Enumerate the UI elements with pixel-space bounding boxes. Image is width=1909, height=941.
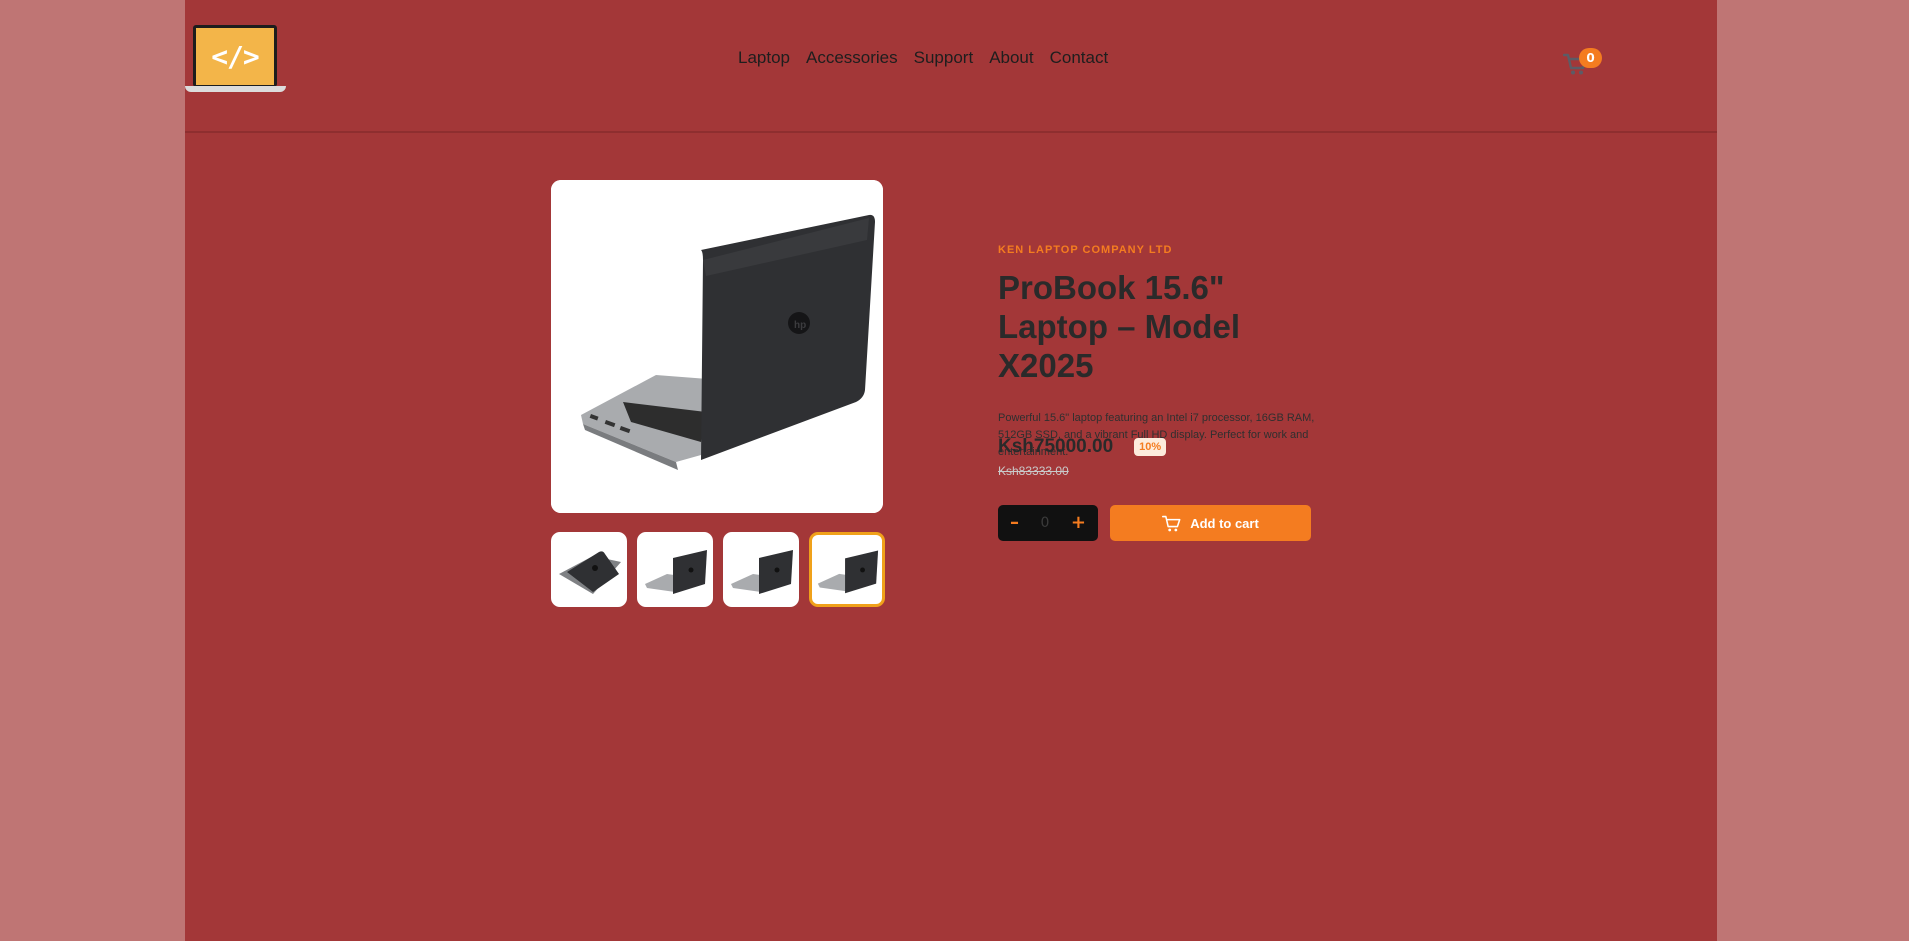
cart-count-badge: 0: [1579, 48, 1602, 68]
quantity-value[interactable]: 0: [1040, 515, 1049, 531]
original-price: Ksh83333.00: [998, 464, 1069, 478]
page: </> Laptop Accessories Support About Con…: [185, 0, 1717, 941]
product-title: ProBook 15.6" Laptop – Model X2025: [998, 269, 1240, 384]
logo-screen: </>: [193, 25, 277, 87]
main-nav: Laptop Accessories Support About Contact: [738, 48, 1108, 68]
nav-link-accessories[interactable]: Accessories: [806, 48, 898, 68]
thumbnail-4-active[interactable]: [809, 532, 885, 607]
nav-link-laptop[interactable]: Laptop: [738, 48, 790, 68]
decrease-quantity-button[interactable]: –: [1010, 514, 1019, 532]
thumbnail-3[interactable]: [723, 532, 799, 607]
add-to-cart-button[interactable]: Add to cart: [1110, 505, 1311, 541]
company-name: KEN LAPTOP COMPANY LTD: [998, 244, 1173, 256]
quantity-stepper: – 0 +: [998, 505, 1098, 541]
increase-quantity-button[interactable]: +: [1071, 514, 1086, 532]
thumbnail-2[interactable]: [637, 532, 713, 607]
thumbnail-1[interactable]: [551, 532, 627, 607]
nav-link-contact[interactable]: Contact: [1050, 48, 1109, 68]
product-main-image: hp: [551, 180, 883, 513]
svg-text:hp: hp: [794, 320, 806, 331]
logo-base: [185, 86, 286, 92]
discount-badge: 10%: [1134, 438, 1167, 456]
site-header: </> Laptop Accessories Support About Con…: [185, 0, 1717, 133]
nav-link-support[interactable]: Support: [914, 48, 974, 68]
add-to-cart-label: Add to cart: [1190, 515, 1259, 531]
logo[interactable]: </>: [185, 25, 286, 95]
product-details: KEN LAPTOP COMPANY LTD ProBook 15.6" Lap…: [998, 244, 1338, 541]
thumbnail-strip: [551, 532, 885, 607]
current-price: Ksh75000.00: [998, 436, 1114, 457]
price-row: Ksh75000.00 10%: [998, 436, 1167, 458]
cart-icon: [1162, 515, 1181, 531]
nav-link-about[interactable]: About: [989, 48, 1033, 68]
